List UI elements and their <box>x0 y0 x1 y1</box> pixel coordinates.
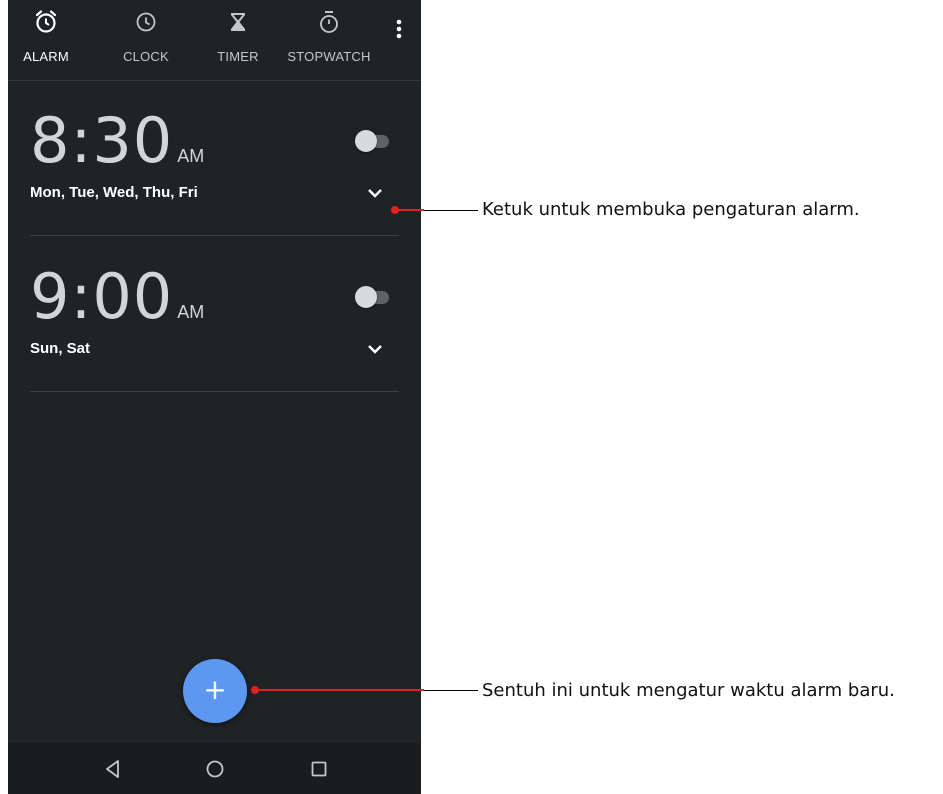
more-vert-icon[interactable] <box>389 15 409 43</box>
stopwatch-icon <box>320 11 338 33</box>
tab-label-clock: CLOCK <box>123 49 169 64</box>
alarm-days: Mon, Tue, Wed, Thu, Fri <box>30 184 198 201</box>
callout-connector <box>398 209 424 211</box>
toggle-thumb <box>355 286 377 308</box>
callout-line <box>424 210 478 211</box>
divider <box>30 391 399 392</box>
navigation-bar <box>8 743 421 794</box>
alarm-time[interactable]: 8:30 AM <box>30 104 204 177</box>
alarm-time[interactable]: 9:00 AM <box>30 260 204 333</box>
hourglass-icon <box>231 13 245 31</box>
callout-connector <box>258 689 424 691</box>
add-alarm-button[interactable]: + <box>183 659 247 723</box>
alarm-toggle[interactable] <box>355 130 391 152</box>
chevron-down-icon[interactable] <box>364 182 386 204</box>
back-icon[interactable] <box>100 756 126 782</box>
alarm-clock-icon <box>35 10 57 33</box>
tab-bar: ALARM CLOCK TIMER STOPWATCH <box>8 0 421 81</box>
alarm-ampm: AM <box>177 146 205 166</box>
divider <box>30 235 399 236</box>
tab-label-alarm: ALARM <box>23 49 69 64</box>
alarm-days: Sun, Sat <box>30 340 91 357</box>
toggle-thumb <box>355 130 377 152</box>
alarm-item[interactable]: 8:30 AM Mon, Tue, Wed, Thu, Fri <box>8 82 421 237</box>
chevron-down-icon[interactable] <box>364 338 386 360</box>
alarm-item[interactable]: 9:00 AM Sun, Sat <box>8 238 421 393</box>
alarm-toggle[interactable] <box>355 286 391 308</box>
alarm-ampm: AM <box>177 302 205 322</box>
recents-icon[interactable] <box>306 756 332 782</box>
clock-icon <box>136 12 156 32</box>
callout-text: Sentuh ini untuk mengatur waktu alarm ba… <box>482 680 895 701</box>
tab-clock[interactable]: CLOCK <box>118 0 174 80</box>
tab-label-timer: TIMER <box>217 49 259 64</box>
tab-timer[interactable]: TIMER <box>208 0 268 80</box>
phone-screen: ALARM CLOCK TIMER STOPWATCH 8:30 AM Mon,… <box>8 0 421 794</box>
alarm-time-value: 8:30 <box>30 104 174 177</box>
alarm-time-value: 9:00 <box>30 260 174 333</box>
tab-alarm[interactable]: ALARM <box>16 0 76 80</box>
tab-stopwatch[interactable]: STOPWATCH <box>284 0 374 80</box>
callout-text: Ketuk untuk membuka pengaturan alarm. <box>482 199 860 220</box>
tab-label-stopwatch: STOPWATCH <box>287 49 371 64</box>
callout-line <box>424 690 478 691</box>
home-icon[interactable] <box>202 756 228 782</box>
